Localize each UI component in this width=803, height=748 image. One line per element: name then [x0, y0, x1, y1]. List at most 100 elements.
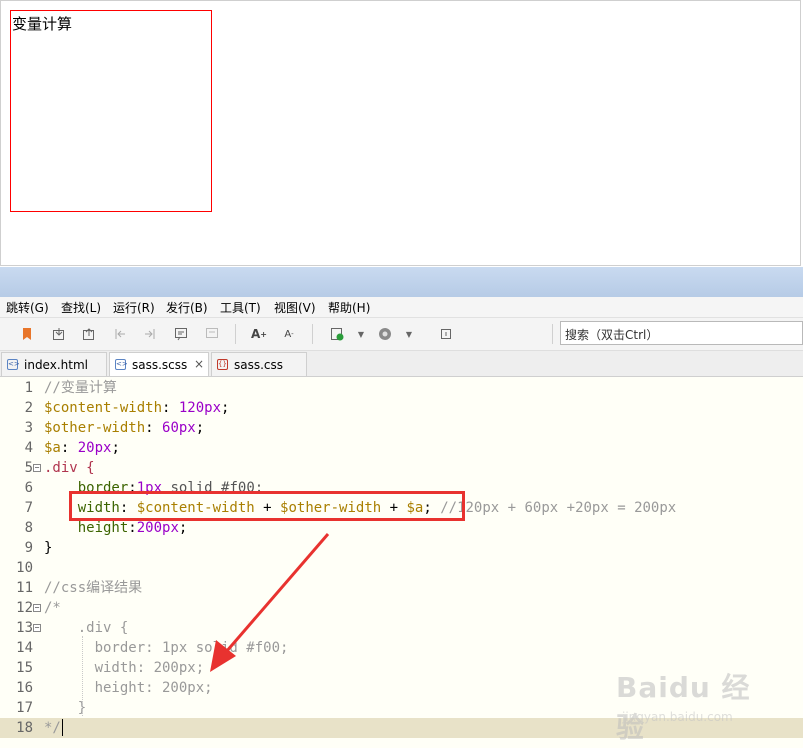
code-comment: border: 1px solid #f00; — [44, 640, 289, 656]
preview-pane: 变量计算 — [0, 0, 801, 266]
code-line: 5 − .div { — [0, 458, 803, 478]
code-punct: : — [60, 440, 78, 456]
close-icon[interactable]: × — [194, 357, 204, 371]
dropdown-icon[interactable]: ▼ — [400, 325, 418, 343]
run-icon[interactable] — [328, 325, 346, 343]
line-number: 8 — [24, 520, 33, 536]
code-line: 13 − .div { — [0, 618, 803, 638]
info-icon[interactable] — [437, 325, 455, 343]
tab-sass-css[interactable]: {} sass.css — [211, 352, 307, 376]
code-variable: $other-width — [44, 420, 146, 436]
toolbar: A + A- ▼ ▼ 搜索（双击Ctrl） — [0, 318, 803, 351]
watermark-logo: Baidu 经验 — [616, 671, 751, 744]
code-line: 1 //变量计算 — [0, 378, 803, 398]
line-number: 4 — [24, 440, 33, 456]
css-file-icon: {} — [217, 359, 228, 370]
line-number: 17 — [16, 700, 33, 716]
search-input[interactable]: 搜索（双击Ctrl） — [560, 321, 803, 345]
code-punct: ; — [195, 420, 205, 436]
baidu-watermark: Baidu 经验 jingyan.baidu.com — [616, 666, 766, 744]
menu-view[interactable]: 视图(V) — [274, 299, 316, 316]
code-punct: ; — [111, 440, 120, 456]
code-line: 8 height:200px; — [0, 518, 803, 538]
code-comment: //css编译结果 — [44, 580, 143, 596]
comment-icon[interactable] — [172, 325, 190, 343]
line-number: 2 — [24, 400, 33, 416]
code-punct: : — [145, 420, 163, 436]
code-line: 10 — [0, 558, 803, 578]
code-comment: //120px + 60px +20px = 200px — [431, 500, 677, 516]
code-line: 14 border: 1px solid #f00; — [0, 638, 803, 658]
tab-index-html[interactable]: <> index.html — [1, 352, 107, 376]
search-placeholder: 搜索（双击Ctrl） — [565, 328, 659, 342]
line-number: 6 — [24, 480, 33, 496]
line-number: 13 — [16, 620, 33, 636]
toolbar-separator — [312, 324, 313, 344]
menu-publish[interactable]: 发行(B) — [166, 299, 208, 316]
code-comment: height: 200px; — [44, 680, 213, 696]
bookmark-icon[interactable] — [18, 325, 36, 343]
code-number: 120px — [178, 400, 222, 416]
code-punct: ; — [221, 400, 230, 416]
indent-guide — [82, 636, 83, 716]
uncomment-icon[interactable] — [203, 325, 221, 343]
code-comment: .div { — [44, 620, 129, 636]
watermark-url: jingyan.baidu.com — [622, 710, 733, 724]
code-property: height — [44, 520, 129, 536]
tab-sass-scss[interactable]: <> sass.scss × — [109, 352, 209, 376]
line-number: 16 — [16, 680, 33, 696]
menu-help[interactable]: 帮助(H) — [328, 299, 370, 316]
step-forward-icon[interactable] — [141, 325, 159, 343]
code-comment: } — [44, 700, 87, 716]
fold-toggle-icon[interactable]: − — [33, 604, 41, 612]
font-decrease-icon[interactable]: A- — [280, 325, 298, 343]
menu-find[interactable]: 查找(L) — [61, 299, 101, 316]
code-punct: : — [128, 520, 137, 536]
line-number: 15 — [16, 660, 33, 676]
menu-tools[interactable]: 工具(T) — [220, 299, 261, 316]
tab-label: index.html — [24, 358, 88, 372]
line-number: 7 — [24, 500, 33, 516]
line-number: 12 — [16, 600, 33, 616]
code-text: //变量计算 — [44, 380, 117, 396]
tab-label: sass.scss — [132, 358, 188, 372]
line-number: 3 — [24, 420, 33, 436]
demo-div-box: 变量计算 — [10, 10, 212, 212]
dropdown-icon[interactable]: ▼ — [352, 325, 370, 343]
code-line: 11 //css编译结果 — [0, 578, 803, 598]
code-line: 2 $content-width: 120px; — [0, 398, 803, 418]
code-comment: /* — [44, 600, 61, 616]
code-text: .div { — [44, 460, 95, 476]
tab-label: sass.css — [234, 358, 284, 372]
export-icon[interactable] — [80, 325, 98, 343]
tab-bar: <> index.html <> sass.scss × {} sass.css — [0, 351, 803, 377]
code-line: 3 $other-width: 60px; — [0, 418, 803, 438]
fold-toggle-icon[interactable]: − — [33, 624, 41, 632]
code-variable: $a — [44, 440, 61, 456]
toolbar-separator — [552, 324, 553, 344]
code-comment: width: 200px; — [44, 660, 205, 676]
browser-icon[interactable] — [376, 325, 394, 343]
line-number: 18 — [16, 720, 33, 736]
toolbar-separator — [235, 324, 236, 344]
code-number: 200px — [136, 520, 179, 536]
line-number: 11 — [16, 580, 33, 596]
highlight-annotation — [69, 491, 465, 521]
menu-bar: 跳转(G) 查找(L) 运行(R) 发行(B) 工具(T) 视图(V) 帮助(H… — [0, 297, 803, 318]
font-increase-icon[interactable]: A + — [250, 325, 268, 343]
step-back-icon[interactable] — [111, 325, 129, 343]
menu-goto[interactable]: 跳转(G) — [6, 299, 49, 316]
code-line: 12 − /* — [0, 598, 803, 618]
fold-toggle-icon[interactable]: − — [33, 464, 41, 472]
html-file-icon: <> — [7, 359, 20, 370]
import-icon[interactable] — [50, 325, 68, 343]
line-number: 9 — [24, 540, 33, 556]
code-punct: ; — [178, 520, 188, 536]
scss-file-icon: <> — [115, 359, 128, 370]
line-number: 1 — [24, 380, 33, 396]
code-comment: */ — [44, 720, 61, 736]
line-number: 14 — [16, 640, 33, 656]
menu-run[interactable]: 运行(R) — [113, 299, 155, 316]
window-divider — [0, 267, 803, 297]
line-number: 5 — [24, 460, 33, 476]
